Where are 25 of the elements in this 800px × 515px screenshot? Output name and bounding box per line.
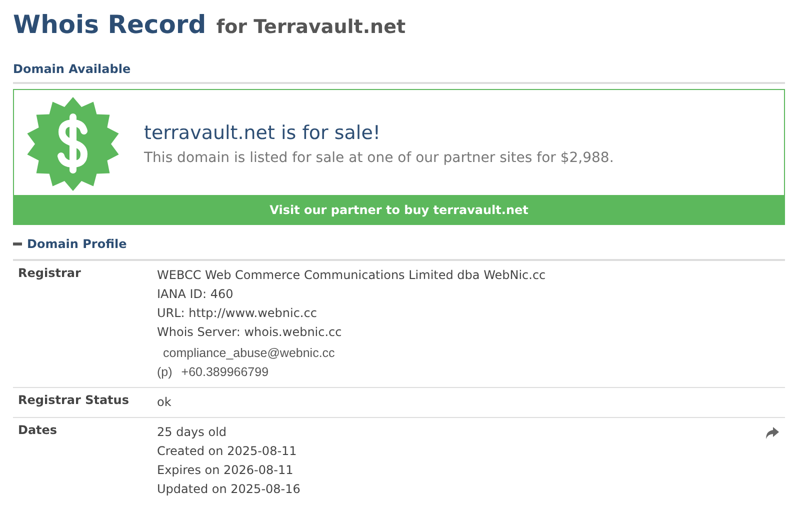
buy-button[interactable]: Visit our partner to buy terravault.net xyxy=(14,195,784,224)
field-label: Registrar Status xyxy=(18,393,129,407)
field-value: URL: http://www.webnic.cc xyxy=(157,306,317,320)
sale-description: This domain is listed for sale at one of our partner sites for $2,988. xyxy=(144,150,614,166)
field-value: ok xyxy=(157,395,172,409)
sale-headline: terravault.net is for sale! xyxy=(144,122,382,144)
field-value: 25 days old xyxy=(157,425,227,439)
field-value: WEBCC Web Commerce Communications Limited dba WebNic.cc xyxy=(157,268,546,282)
field-label: Registrar xyxy=(18,266,81,280)
page-title: Whois Record xyxy=(13,10,206,39)
page-subtitle: for Terravault.net xyxy=(216,16,406,38)
field-value: Whois Server: whois.webnic.cc xyxy=(157,325,342,339)
contact-email: compliance_abuse@webnic.cc xyxy=(163,346,335,360)
field-value: Updated on 2025-08-16 xyxy=(157,482,300,496)
phone-number: +60.389966799 xyxy=(181,364,269,381)
field-value: Expires on 2026-08-11 xyxy=(157,463,294,477)
section-heading: Domain Profile xyxy=(27,237,127,251)
share-arrow-icon[interactable] xyxy=(765,427,779,439)
collapse-icon[interactable] xyxy=(13,242,22,246)
field-value: IANA ID: 460 xyxy=(157,287,234,301)
dollar-badge-icon xyxy=(26,97,120,191)
section-heading: Domain Available xyxy=(13,62,131,76)
phone-label: (p) xyxy=(157,364,172,381)
field-value: Created on 2025-08-11 xyxy=(157,444,297,458)
field-label: Dates xyxy=(18,423,58,437)
